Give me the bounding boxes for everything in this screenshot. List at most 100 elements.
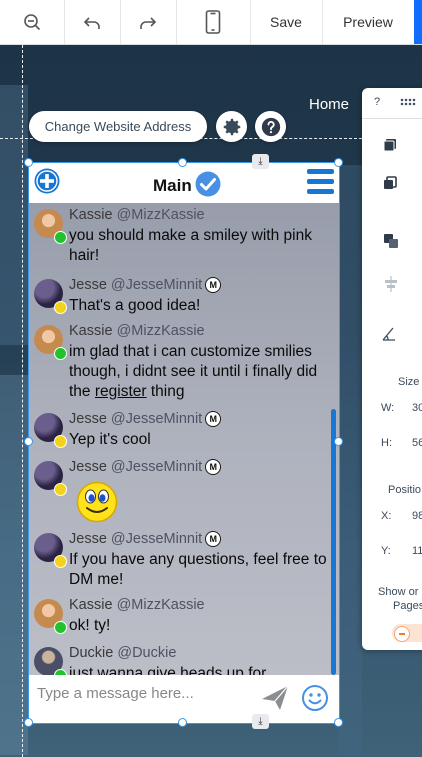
toggle-knob xyxy=(394,626,410,642)
height-value[interactable]: 56 xyxy=(412,437,422,449)
message-author[interactable]: Duckie xyxy=(69,645,113,661)
y-value[interactable]: 11 xyxy=(412,545,422,557)
y-label: Y: xyxy=(381,545,391,557)
layers-icon[interactable] xyxy=(383,138,397,152)
message-list[interactable]: Kassie @MizzKassie you should make a smi… xyxy=(29,203,339,675)
background-shape xyxy=(0,85,28,345)
away-status-dot xyxy=(54,483,67,496)
resize-handle-left[interactable] xyxy=(24,437,33,446)
stretch-down-icon[interactable]: ⤓ xyxy=(252,154,269,169)
arrange-icon[interactable] xyxy=(383,233,399,249)
message-text: Yep it's cool xyxy=(69,431,151,448)
change-website-address-button[interactable]: Change Website Address xyxy=(29,111,207,142)
message-item: Kassie @MizzKassie you should make a smi… xyxy=(29,203,329,273)
resize-handle-top-right[interactable] xyxy=(334,158,343,167)
mobile-view-button[interactable] xyxy=(176,0,251,44)
message-handle: @MizzKassie xyxy=(116,597,205,613)
copy-icon[interactable] xyxy=(383,176,397,190)
send-icon[interactable] xyxy=(261,685,289,711)
background-shape xyxy=(0,375,28,755)
moderator-badge-icon: M xyxy=(205,411,222,427)
message-author[interactable]: Kassie xyxy=(69,597,113,613)
message-handle: @JesseMinnit xyxy=(110,411,203,427)
resize-handle-top[interactable] xyxy=(178,158,187,167)
gear-icon xyxy=(223,118,240,135)
redo-icon xyxy=(140,17,157,29)
message-handle: @JesseMinnit xyxy=(110,531,203,547)
message-composer xyxy=(29,675,339,723)
message-author[interactable]: Jesse xyxy=(69,411,107,427)
publish-button-edge[interactable] xyxy=(414,0,422,44)
background-shape xyxy=(338,165,362,755)
position-label: Positio xyxy=(388,484,422,496)
undo-button[interactable] xyxy=(64,0,121,44)
pages-label: Pages xyxy=(393,600,422,612)
chat-title: Main xyxy=(153,176,192,195)
resize-handle-top-left[interactable] xyxy=(24,158,33,167)
message-item: Kassie @MizzKassie im glad that i can cu… xyxy=(29,319,329,407)
rotate-icon[interactable] xyxy=(381,326,397,342)
show-on-all-pages-toggle[interactable] xyxy=(392,624,422,642)
message-text: If you have any questions, feel free to … xyxy=(69,551,327,588)
moderator-badge-icon: M xyxy=(205,531,222,547)
resize-handle-right[interactable] xyxy=(334,437,343,446)
online-status-dot xyxy=(54,347,67,360)
nav-home-link[interactable]: Home xyxy=(309,96,349,113)
message-author[interactable]: Jesse xyxy=(69,531,107,547)
message-author[interactable]: Kassie xyxy=(69,207,113,223)
guide-line-vertical xyxy=(22,45,23,757)
away-status-dot xyxy=(54,555,67,568)
message-handle: @MizzKassie xyxy=(116,207,205,223)
add-circle-icon[interactable] xyxy=(33,167,61,195)
redo-button[interactable] xyxy=(120,0,177,44)
message-handle: @MizzKassie xyxy=(116,323,205,339)
message-author[interactable]: Jesse xyxy=(69,459,107,475)
x-value[interactable]: 98 xyxy=(412,510,422,522)
register-link[interactable]: register xyxy=(95,383,147,400)
mobile-icon xyxy=(205,10,221,34)
message-text: That's a good idea! xyxy=(69,297,201,314)
emoji-smile-icon[interactable] xyxy=(301,684,329,712)
save-button[interactable]: Save xyxy=(250,0,323,44)
message-input[interactable] xyxy=(35,682,259,704)
settings-button[interactable] xyxy=(216,111,247,142)
height-label: H: xyxy=(381,437,392,449)
message-author[interactable]: Kassie xyxy=(69,323,113,339)
message-item: Jesse @JesseMinnit M Yep it's cool xyxy=(29,407,329,455)
message-author[interactable]: Jesse xyxy=(69,277,107,293)
stretch-down-icon[interactable]: ⤓ xyxy=(252,714,269,729)
message-scrollbar[interactable] xyxy=(331,409,336,675)
show-on-label: Show or xyxy=(378,586,419,598)
smiley-emoji-icon xyxy=(76,481,118,523)
zoom-out-icon xyxy=(24,14,41,31)
preview-button[interactable]: Preview xyxy=(322,0,415,44)
help-icon[interactable]: ? xyxy=(374,96,380,108)
zoom-out-button[interactable] xyxy=(0,0,65,44)
resize-handle-bottom[interactable] xyxy=(178,718,187,727)
size-label: Size xyxy=(398,376,420,388)
help-button[interactable] xyxy=(255,111,286,142)
hamburger-menu-icon[interactable] xyxy=(307,169,334,194)
align-icon[interactable] xyxy=(383,276,399,292)
message-item: Kassie @MizzKassie ok! ty! xyxy=(29,593,329,641)
message-item: Duckie @Duckie just wanna give heads up … xyxy=(29,641,329,675)
message-text: ok! ty! xyxy=(69,617,111,634)
online-status-dot xyxy=(54,621,67,634)
chat-widget[interactable]: Main Kassie @MizzKassie you should make … xyxy=(28,162,340,724)
message-text: you should make a smiley with pink hair! xyxy=(69,227,312,264)
x-label: X: xyxy=(381,510,392,522)
moderator-badge-icon: M xyxy=(205,459,222,475)
message-handle: @Duckie xyxy=(117,645,177,661)
resize-handle-bottom-left[interactable] xyxy=(24,718,33,727)
width-label: W: xyxy=(381,402,395,414)
message-handle: @JesseMinnit xyxy=(110,277,203,293)
verified-check-icon xyxy=(195,171,221,197)
message-text: im glad that i can customize smilies tho… xyxy=(69,343,318,400)
resize-handle-bottom-right[interactable] xyxy=(334,718,343,727)
grid-icon[interactable] xyxy=(400,98,416,106)
message-item: Jesse @JesseMinnit M xyxy=(29,455,329,527)
message-item: Jesse @JesseMinnit M That's a good idea! xyxy=(29,273,329,319)
away-status-dot xyxy=(54,301,67,314)
chat-header: Main xyxy=(29,163,339,203)
width-value[interactable]: 30 xyxy=(412,402,422,414)
